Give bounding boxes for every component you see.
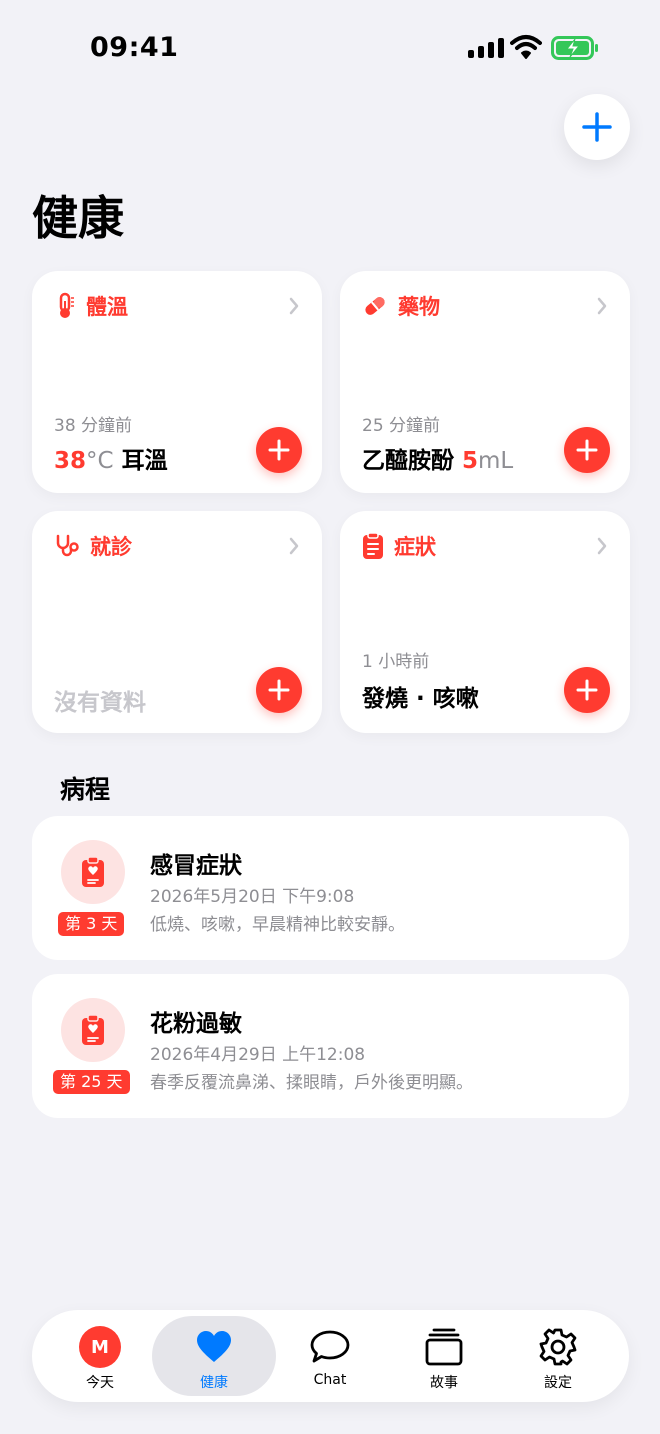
heart-icon bbox=[193, 1326, 235, 1368]
episode-icon bbox=[61, 998, 125, 1062]
temperature-card[interactable]: 體溫 38 分鐘前 38°C 耳溫 bbox=[32, 271, 322, 493]
symptoms-value: 發燒 · 咳嗽 bbox=[362, 686, 479, 712]
tab-label: Chat bbox=[313, 1372, 347, 1388]
pill-icon bbox=[365, 297, 385, 315]
temperature-unit: °C bbox=[86, 448, 114, 474]
tab-today[interactable]: M 今天 bbox=[38, 1316, 162, 1396]
medication-unit: mL bbox=[478, 448, 514, 474]
add-temperature-button[interactable] bbox=[256, 427, 302, 473]
card-title: 症狀 bbox=[394, 535, 436, 559]
visit-card[interactable]: 就診 沒有資料 bbox=[32, 511, 322, 733]
wifi-icon bbox=[510, 35, 542, 59]
medical-clipboard-icon bbox=[82, 856, 104, 887]
tab-stories[interactable]: 故事 bbox=[382, 1316, 506, 1396]
empty-state-text: 沒有資料 bbox=[54, 690, 146, 716]
card-header: 就診 bbox=[54, 531, 132, 561]
last-updated: 25 分鐘前 bbox=[362, 416, 441, 436]
symptoms-card[interactable]: 症狀 1 小時前 發燒 · 咳嗽 bbox=[340, 511, 630, 733]
tab-health[interactable]: 健康 bbox=[152, 1316, 276, 1396]
chat-bubble-icon bbox=[309, 1326, 351, 1368]
tab-settings[interactable]: 設定 bbox=[496, 1316, 620, 1396]
avatar: M bbox=[79, 1326, 121, 1368]
tab-label: 今天 bbox=[86, 1375, 114, 1391]
last-updated: 1 小時前 bbox=[362, 652, 430, 672]
temperature-number: 38 bbox=[54, 448, 87, 474]
chevron-right-icon bbox=[289, 537, 299, 555]
thermometer-icon bbox=[59, 292, 74, 318]
tab-bar: M 今天 健康 Chat 故事 設定 bbox=[32, 1310, 629, 1402]
medical-clipboard-icon bbox=[82, 1014, 104, 1045]
tab-label: 設定 bbox=[544, 1375, 572, 1391]
day-count-badge: 第 3 天 bbox=[58, 912, 125, 936]
tab-chat[interactable]: Chat bbox=[268, 1316, 392, 1396]
medication-name: 乙醯胺酚 bbox=[362, 448, 454, 474]
plus-icon bbox=[268, 439, 290, 461]
stethoscope-icon bbox=[56, 534, 79, 557]
temperature-value: 38°C 耳溫 bbox=[54, 441, 168, 475]
plus-icon bbox=[576, 439, 598, 461]
card-title: 藥物 bbox=[398, 295, 440, 319]
card-header: 藥物 bbox=[362, 291, 440, 321]
plus-icon bbox=[582, 112, 612, 142]
medication-card[interactable]: 藥物 25 分鐘前 乙醯胺酚 5mL bbox=[340, 271, 630, 493]
battery-charging-icon bbox=[551, 36, 598, 60]
tab-label: 健康 bbox=[200, 1375, 228, 1391]
add-symptom-button[interactable] bbox=[564, 667, 610, 713]
add-button[interactable] bbox=[564, 94, 630, 160]
episode-date: 2026年5月20日 下午9:08 bbox=[150, 887, 355, 907]
episode-note: 春季反覆流鼻涕、揉眼睛，戶外後更明顯。 bbox=[150, 1073, 473, 1093]
add-medication-button[interactable] bbox=[564, 427, 610, 473]
card-title: 體溫 bbox=[86, 295, 128, 319]
medication-dose: 5 bbox=[462, 448, 479, 474]
chevron-right-icon bbox=[597, 297, 607, 315]
chevron-right-icon bbox=[597, 537, 607, 555]
day-count-badge: 第 25 天 bbox=[53, 1070, 130, 1094]
episode-date: 2026年4月29日 上午12:08 bbox=[150, 1045, 366, 1065]
episode-card[interactable]: 第 3 天 感冒症狀 2026年5月20日 下午9:08 低燒、咳嗽，早晨精神比… bbox=[32, 816, 629, 960]
episode-card[interactable]: 第 25 天 花粉過敏 2026年4月29日 上午12:08 春季反覆流鼻涕、揉… bbox=[32, 974, 629, 1118]
status-bar: 09:41 bbox=[0, 0, 660, 96]
temperature-site: 耳溫 bbox=[121, 448, 168, 474]
episode-icon bbox=[61, 840, 125, 904]
page-title: 健康 bbox=[32, 191, 124, 245]
add-visit-button[interactable] bbox=[256, 667, 302, 713]
gear-icon bbox=[537, 1326, 579, 1368]
clipboard-icon bbox=[363, 532, 383, 559]
section-title: 病程 bbox=[60, 775, 111, 804]
plus-icon bbox=[268, 679, 290, 701]
chevron-right-icon bbox=[289, 297, 299, 315]
episode-title: 花粉過敏 bbox=[150, 1011, 242, 1037]
plus-icon bbox=[576, 679, 598, 701]
card-title: 就診 bbox=[90, 535, 132, 559]
card-header: 症狀 bbox=[362, 531, 436, 561]
status-time: 09:41 bbox=[90, 32, 179, 63]
medication-value: 乙醯胺酚 5mL bbox=[362, 441, 513, 475]
episode-note: 低燒、咳嗽，早晨精神比較安靜。 bbox=[150, 915, 405, 935]
cellular-signal-icon bbox=[468, 38, 504, 58]
last-updated: 38 分鐘前 bbox=[54, 416, 133, 436]
episode-title: 感冒症狀 bbox=[150, 853, 242, 879]
card-header: 體溫 bbox=[54, 291, 128, 321]
tab-label: 故事 bbox=[430, 1375, 458, 1391]
stack-icon bbox=[423, 1326, 465, 1368]
